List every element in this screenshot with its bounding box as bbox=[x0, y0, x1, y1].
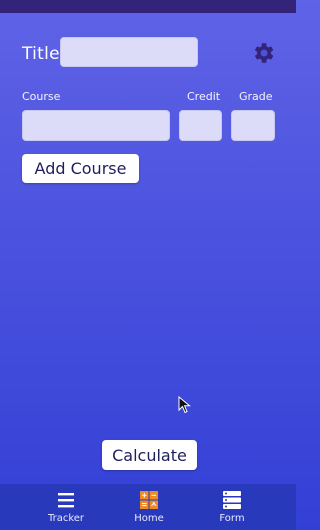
gear-icon[interactable] bbox=[250, 40, 276, 66]
mouse-cursor-icon bbox=[178, 396, 191, 414]
grade-header: Grade bbox=[239, 90, 273, 103]
add-course-button[interactable]: Add Course bbox=[22, 154, 139, 183]
status-bar bbox=[0, 0, 296, 13]
bottom-nav-bar: Tracker Home Form bbox=[0, 484, 296, 530]
nav-item-tracker[interactable]: Tracker bbox=[31, 490, 101, 524]
calculator-icon bbox=[139, 490, 159, 510]
calculate-button[interactable]: Calculate bbox=[102, 440, 197, 470]
course-input[interactable] bbox=[22, 110, 170, 141]
nav-item-form[interactable]: Form bbox=[197, 490, 267, 524]
course-header: Course bbox=[22, 90, 61, 103]
nav-label-form: Form bbox=[219, 513, 245, 524]
grade-input[interactable] bbox=[231, 110, 275, 141]
credit-header: Credit bbox=[187, 90, 221, 103]
credit-input[interactable] bbox=[179, 110, 222, 141]
server-list-icon bbox=[222, 490, 242, 510]
nav-label-home: Home bbox=[134, 513, 164, 524]
title-input[interactable] bbox=[60, 37, 198, 67]
menu-icon bbox=[56, 490, 76, 510]
nav-label-tracker: Tracker bbox=[47, 513, 85, 524]
nav-item-home[interactable]: Home bbox=[114, 490, 184, 524]
